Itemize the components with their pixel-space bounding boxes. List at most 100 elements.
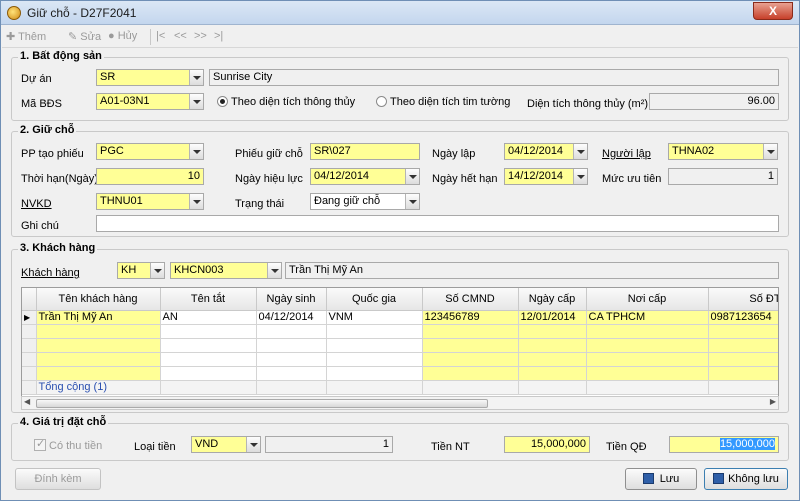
muc-uu-tien-value: 1: [668, 168, 778, 185]
close-button[interactable]: X: [753, 2, 793, 20]
table-row[interactable]: [22, 324, 778, 339]
column-header[interactable]: Quốc gia: [326, 288, 423, 311]
phieu-giu-cho-label: Phiếu giữ chỗ: [235, 148, 303, 160]
column-header[interactable]: Ngày cấp: [518, 288, 587, 311]
radio-thong-thuy-label: Theo diện tích thông thủy: [231, 96, 356, 108]
ngay-het-han-field[interactable]: 14/12/2014: [504, 168, 588, 185]
table-cell[interactable]: 04/12/2014: [256, 310, 327, 325]
customer-grid: Tên khách hàng Tên tắt Ngày sinh Quốc gi…: [21, 287, 779, 397]
ghi-chu-label: Ghi chú: [21, 220, 59, 232]
grid-header: Tên khách hàng Tên tắt Ngày sinh Quốc gi…: [22, 288, 778, 311]
chevron-down-icon[interactable]: [189, 144, 203, 159]
prev-record-button[interactable]: <<: [174, 30, 187, 42]
tien-qd-field[interactable]: 15,000,000: [669, 436, 779, 453]
loai-tien-label: Loại tiền: [134, 441, 176, 453]
table-row[interactable]: [22, 366, 778, 381]
tien-nt-field[interactable]: 15,000,000: [504, 436, 590, 453]
ngay-het-han-label: Ngày hết hạn: [432, 173, 498, 185]
table-cell[interactable]: 0987123654: [708, 310, 778, 325]
chevron-down-icon[interactable]: [405, 194, 419, 209]
chevron-down-icon[interactable]: [573, 169, 587, 184]
section-bat-dong-san: 1. Bất động sản: [11, 50, 789, 121]
nguoi-lap-select[interactable]: THNA02: [668, 143, 778, 160]
ghi-chu-field[interactable]: [96, 215, 779, 232]
column-header[interactable]: Số ĐT: [708, 288, 778, 311]
chevron-down-icon[interactable]: [189, 194, 203, 209]
thoi-han-label: Thời hạn(Ngày): [21, 173, 98, 185]
column-header[interactable]: Tên khách hàng: [36, 288, 161, 311]
du-an-name: Sunrise City: [209, 69, 779, 86]
discard-button[interactable]: Không lưu: [704, 468, 788, 490]
chevron-down-icon[interactable]: [405, 169, 419, 184]
table-cell[interactable]: AN: [160, 310, 257, 325]
chevron-down-icon[interactable]: [246, 437, 260, 452]
co-thu-tien-checkbox[interactable]: [34, 437, 46, 451]
nvkd-label[interactable]: NVKD: [21, 198, 52, 210]
scroll-thumb[interactable]: [36, 399, 488, 408]
du-an-label: Dự án: [21, 73, 52, 85]
nguoi-lap-label[interactable]: Người lập: [602, 148, 651, 160]
dien-tich-label: Diện tích thông thủy (m²): [527, 98, 649, 110]
khach-hang-label[interactable]: Khách hàng: [21, 267, 80, 279]
trang-thai-label: Trạng thái: [235, 198, 285, 210]
table-cell[interactable]: Trần Thị Mỹ An: [36, 310, 161, 325]
last-record-button[interactable]: >|: [214, 30, 223, 42]
kh-type-select[interactable]: KH: [117, 262, 165, 279]
add-button[interactable]: ✚ Thêm: [6, 30, 46, 43]
column-header[interactable]: Nơi cấp: [586, 288, 709, 311]
chevron-down-icon[interactable]: [189, 70, 203, 85]
table-row[interactable]: ▶ Trần Thị Mỹ An AN 04/12/2014 VNM 12345…: [22, 310, 778, 325]
attach-button[interactable]: Đính kèm: [15, 468, 101, 490]
chevron-down-icon[interactable]: [150, 263, 164, 278]
tien-qd-label: Tiền QĐ: [606, 441, 647, 453]
table-cell[interactable]: 123456789: [422, 310, 519, 325]
window-title: Giữ chỗ - D27F2041: [27, 6, 137, 20]
section-title: 2. Giữ chỗ: [18, 124, 77, 136]
total-row: Tổng cộng (1): [22, 380, 778, 395]
column-header[interactable]: Tên tắt: [160, 288, 257, 311]
horizontal-scrollbar[interactable]: ◀ ▶: [21, 396, 779, 410]
floppy-icon: [642, 473, 654, 484]
du-an-select[interactable]: SR: [96, 69, 204, 86]
loai-tien-select[interactable]: VND: [191, 436, 261, 453]
nvkd-select[interactable]: THNU01: [96, 193, 204, 210]
scroll-right-icon[interactable]: ▶: [770, 397, 776, 406]
column-header[interactable]: Số CMND: [422, 288, 519, 311]
cancel-toolbar-button[interactable]: ● Hủy: [108, 30, 137, 42]
thoi-han-field[interactable]: 10: [96, 168, 204, 185]
ngay-lap-field[interactable]: 04/12/2014: [504, 143, 588, 160]
tien-nt-label: Tiền NT: [431, 441, 470, 453]
discard-icon: [713, 473, 725, 484]
scroll-left-icon[interactable]: ◀: [24, 397, 30, 406]
ngay-hieu-luc-label: Ngày hiệu lực: [235, 173, 303, 185]
save-button[interactable]: Lưu: [625, 468, 697, 490]
phieu-giu-cho-field[interactable]: SR\027: [310, 143, 420, 160]
next-record-button[interactable]: >>: [194, 30, 207, 42]
ma-bds-label: Mã BĐS: [21, 98, 62, 110]
radio-thong-thuy[interactable]: [217, 96, 228, 107]
pp-tao-phieu-label: PP tạo phiếu: [21, 148, 84, 160]
ma-bds-select[interactable]: A01-03N1: [96, 93, 204, 110]
first-record-button[interactable]: |<: [156, 30, 165, 42]
table-cell[interactable]: CA TPHCM: [586, 310, 709, 325]
pp-tao-phieu-select[interactable]: PGC: [96, 143, 204, 160]
dien-tich-value: 96.00: [649, 93, 779, 110]
ngay-hieu-luc-field[interactable]: 04/12/2014: [310, 168, 420, 185]
chevron-down-icon[interactable]: [763, 144, 777, 159]
total-label: Tổng cộng (1): [36, 380, 161, 395]
column-header[interactable]: Ngày sinh: [256, 288, 327, 311]
chevron-down-icon[interactable]: [573, 144, 587, 159]
table-cell[interactable]: VNM: [326, 310, 423, 325]
pencil-icon: ✎: [68, 31, 81, 43]
trang-thai-select[interactable]: Đang giữ chỗ: [310, 193, 420, 210]
co-thu-tien-label: Có thu tiền: [49, 440, 103, 452]
radio-tim-tuong[interactable]: [376, 96, 387, 107]
chevron-down-icon[interactable]: [267, 263, 281, 278]
table-cell[interactable]: 12/01/2014: [518, 310, 587, 325]
table-row[interactable]: [22, 338, 778, 353]
toolbar: ✚ Thêm ✎ Sửa ● Hủy |< << >> >|: [2, 26, 798, 48]
kh-code-select[interactable]: KHCN003: [170, 262, 282, 279]
chevron-down-icon[interactable]: [189, 94, 203, 109]
table-row[interactable]: [22, 352, 778, 367]
edit-button[interactable]: ✎ Sửa: [68, 30, 101, 43]
